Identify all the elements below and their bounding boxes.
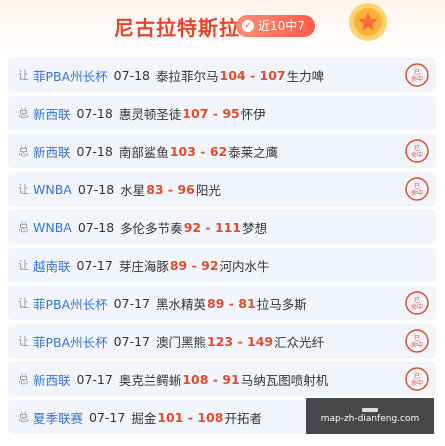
match-score: 92 - 111 [183, 219, 242, 235]
home-team: 澳门黑熊 [156, 334, 207, 350]
match-date: 07-18 [77, 181, 115, 197]
match-row[interactable]: 让菲PBA州长杯 07-17 黑水精英 89 - 81 拉马多斯 已命中 [8, 286, 436, 320]
bet-type-tag: 总 [18, 373, 29, 386]
match-date: 07-18 [77, 219, 115, 235]
away-team: 怀伊 [240, 106, 266, 122]
hit-stamp-icon: 已命中 [405, 139, 429, 163]
league-name: 新西联 [33, 106, 71, 122]
page-title: 尼古拉特斯拉 [114, 16, 240, 40]
away-team: 拉马多斯 [256, 296, 307, 312]
match-score: 104 - 107 [219, 67, 286, 83]
hit-stamp-icon: 已命中 [405, 329, 429, 353]
away-team: 马纳瓦图喷射机 [240, 372, 329, 388]
match-score: 123 - 149 [207, 333, 274, 349]
away-team: 开拓者 [224, 410, 262, 426]
home-team: 泰拉菲尔马 [156, 68, 219, 84]
bet-type-tag: 总 [18, 107, 29, 120]
league-name: WNBA [33, 181, 72, 197]
bet-type-tag: 让 [18, 297, 29, 310]
bet-type-tag: 让 [18, 259, 29, 272]
league-name: 新西联 [33, 372, 71, 388]
stamp-text-top: 已 [414, 297, 420, 304]
away-team: 阳光 [195, 182, 221, 198]
home-team: 掘金 [131, 410, 157, 426]
match-date: 07-17 [89, 409, 126, 425]
hit-stamp-icon: 已命中 [405, 291, 429, 315]
match-score: 83 - 96 [146, 181, 195, 197]
league-name: WNBA [33, 219, 72, 235]
watermark: map-zh-dianfeng.com [306, 398, 434, 434]
home-team: 黑水精英 [156, 296, 207, 312]
away-team: 汇众光纤 [274, 334, 325, 350]
away-team: 泰莱之鹰 [228, 144, 279, 160]
watermark-logo [362, 408, 378, 412]
match-date: 07-17 [113, 333, 150, 349]
stamp-text-bottom: 命中 [411, 379, 423, 387]
stamp-text-bottom: 命中 [411, 303, 423, 311]
bet-type-tag: 总 [18, 411, 29, 424]
match-date: 07-18 [76, 143, 113, 159]
match-score: 108 - 91 [182, 371, 240, 387]
match-row[interactable]: 让菲PBA州长杯 07-18 泰拉菲尔马 104 - 107 生力啤 已命中 [8, 58, 436, 92]
match-row[interactable]: 让菲PBA州长杯 07-17 澳门黑熊 123 - 149 汇众光纤 已命中 [8, 324, 436, 358]
info-icon: ✓ [242, 20, 254, 32]
home-team: 惠灵顿圣徒 [118, 106, 182, 122]
hit-rate-badge[interactable]: ✓ 近10中7 [236, 15, 315, 37]
stamp-text-top: 已 [414, 373, 420, 380]
watermark-text: map-zh-dianfeng.com [320, 414, 420, 424]
home-team: 芽庄海豚 [118, 258, 169, 274]
hit-stamp-icon: 已命中 [405, 177, 429, 201]
bet-type-tag: 让 [18, 69, 29, 82]
stamp-text-bottom: 命中 [411, 75, 423, 83]
home-team: 水星 [120, 182, 146, 198]
league-name: 新西联 [33, 144, 71, 160]
hit-stamp-icon: 已命中 [405, 367, 429, 391]
bet-type-tag: 让 [18, 335, 29, 348]
match-row[interactable]: 总新西联 07-18 南部鲨鱼 103 - 62 泰莱之鹰 已命中 [8, 134, 436, 168]
away-team: 梦想 [242, 220, 268, 236]
header: 尼古拉特斯拉 ✓ 近10中7 [0, 0, 445, 52]
home-team: 多伦多节奏 [120, 220, 183, 236]
away-team: 河内水牛 [219, 258, 270, 274]
stamp-text-top: 已 [414, 145, 420, 152]
bet-type-tag: 总 [18, 221, 29, 234]
match-row[interactable]: 总新西联 07-17 奥克兰鳄蜥 108 - 91 马纳瓦图喷射机 已命中 [8, 362, 436, 396]
match-date: 07-18 [76, 105, 113, 121]
match-row[interactable]: 让 WNBA 07-18 水星 83 - 96 阳光 已命中 [8, 172, 436, 206]
stamp-text-bottom: 命中 [411, 189, 423, 197]
league-name: 越南联 [33, 258, 71, 274]
hit-stamp-icon: 已命中 [405, 63, 429, 87]
league-name: 夏季联赛 [33, 410, 84, 426]
home-team: 奥克兰鳄蜥 [118, 372, 182, 388]
match-list: 让菲PBA州长杯 07-18 泰拉菲尔马 104 - 107 生力啤已命中总新西联 07-… [8, 58, 436, 438]
match-row[interactable]: 总 WNBA 07-18 多伦多节奏 92 - 111 梦想 [8, 210, 436, 244]
hit-rate-label: 近10中7 [258, 19, 305, 33]
match-score: 89 - 92 [169, 257, 219, 273]
match-score: 89 - 81 [207, 295, 256, 311]
away-team: 生力啤 [286, 68, 325, 84]
match-date: 07-17 [113, 295, 150, 311]
match-date: 07-17 [76, 371, 113, 387]
stamp-text-bottom: 命中 [411, 151, 423, 159]
match-row[interactable]: 总新西联 07-18 惠灵顿圣徒 107 - 95 怀伊 [8, 96, 436, 130]
league-name: 菲PBA州长杯 [33, 334, 108, 350]
home-team: 南部鲨鱼 [118, 144, 169, 160]
stamp-text-top: 已 [414, 69, 420, 76]
match-date: 07-18 [113, 67, 150, 83]
bet-type-tag: 让 [18, 183, 29, 196]
bet-type-tag: 总 [18, 145, 29, 158]
medal-icon [349, 3, 387, 41]
league-name: 菲PBA州长杯 [33, 68, 108, 84]
league-name: 菲PBA州长杯 [33, 296, 108, 312]
match-score: 107 - 95 [182, 105, 240, 121]
stamp-text-top: 已 [414, 183, 420, 190]
match-date: 07-17 [76, 257, 113, 273]
match-score: 101 - 108 [157, 409, 224, 425]
stamp-text-top: 已 [414, 335, 420, 342]
match-score: 103 - 62 [169, 143, 228, 159]
match-row[interactable]: 让越南联 07-17 芽庄海豚 89 - 92 河内水牛 [8, 248, 436, 282]
stamp-text-bottom: 命中 [411, 341, 423, 349]
